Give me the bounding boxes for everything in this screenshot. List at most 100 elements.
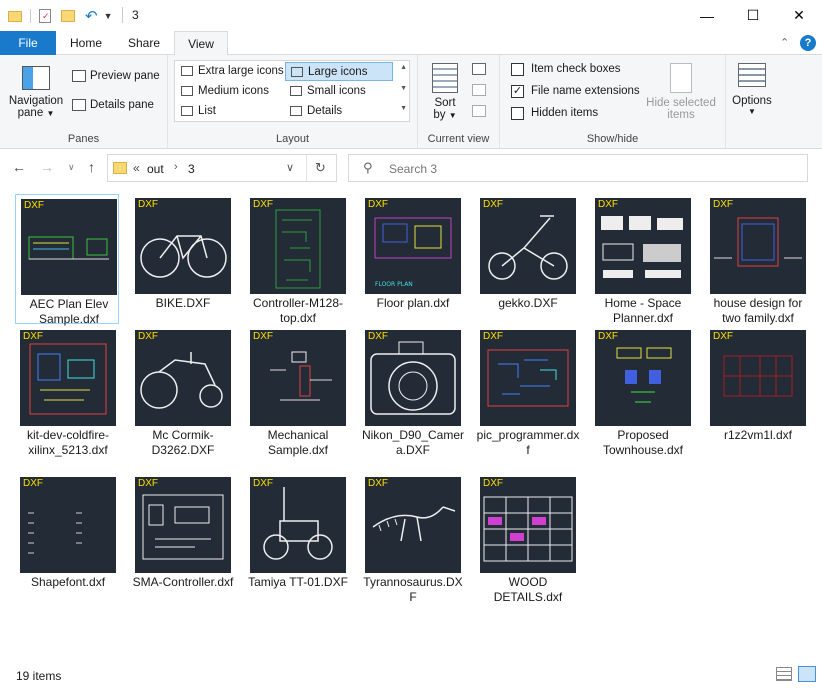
layout-medium-icons[interactable]: Medium icons [176,82,284,101]
circuit-schematic-icon [29,343,107,415]
floor-plan-icon: FLOOR PLAN [374,217,452,288]
file-thumbnail: DXF [20,477,116,573]
details-pane-button[interactable]: Details pane [72,99,154,111]
help-icon[interactable]: ? [800,35,816,51]
layout-scroll-down-icon[interactable]: ▼ [400,85,407,92]
file-item[interactable]: DXF WOOD DETAILS.dxf [475,473,579,604]
search-input[interactable]: Search 3 [389,162,437,176]
file-item[interactable]: DXF AEC Plan Elev Sample.dxf [15,194,119,326]
mechanical-part-icon [270,351,332,401]
refresh-icon[interactable]: ↻ [315,160,326,176]
file-name: Tamiya TT-01.DXF [248,575,348,589]
details-view-icon[interactable] [776,667,792,681]
file-name-extensions-label: File name extensions [531,85,640,97]
layout-large-icons[interactable]: Large icons [285,62,393,81]
quick-access-toolbar: ✓ ↶ ▼ [8,7,113,25]
address-dropdown-icon[interactable]: ∨ [286,161,294,174]
add-columns-icon[interactable] [472,84,486,96]
file-name: BIKE.DXF [155,296,211,310]
search-box[interactable]: ⚲ Search 3 [348,154,808,182]
ribbon-tabs: File Home Share View ⌃ ? [0,31,822,56]
file-item[interactable]: DXF gekko.DXF [475,194,579,324]
tab-file[interactable]: File [0,31,56,55]
folder-icon [113,162,127,174]
layout-details[interactable]: Details [285,102,393,121]
file-item[interactable]: DXF Tamiya TT-01.DXF [245,473,349,603]
file-item[interactable]: DXF Proposed Townhouse.dxf [590,326,694,457]
maximize-button[interactable]: ☐ [730,0,776,31]
large-icons-view-icon[interactable] [798,666,816,682]
sort-icon [432,63,458,93]
file-thumbnail: DXF [480,330,576,426]
file-item[interactable]: DXF pic_programmer.dxf [475,326,580,457]
dinosaur-skeleton-icon [372,506,456,542]
group-by-icon[interactable] [472,63,486,75]
file-name: SMA-Controller.dxf [132,575,234,589]
file-name: WOOD DETAILS.dxf [493,575,563,604]
layout-more-icon[interactable]: ▼ [400,105,407,112]
file-thumbnail: DXF [250,198,346,294]
navigation-bar: ← → ∨ ↑ « out › 3 ∨ ↻ ⚲ Search 3 [0,150,822,186]
file-item[interactable]: DXF Home - Space Planner.dxf [590,194,694,325]
item-check-boxes-checkbox[interactable] [511,63,524,76]
rc-car-icon [263,487,333,560]
file-thumbnail: DXF [20,330,116,426]
address-overflow[interactable]: « [133,161,140,175]
townhouse-icon [616,347,672,403]
layout-list[interactable]: List [176,102,284,121]
properties-icon[interactable]: ✓ [39,9,51,23]
file-item[interactable]: DXF SMA-Controller.dxf [130,473,234,603]
file-item[interactable]: DXF Controller-M128-top.dxf [245,194,349,325]
breadcrumb-current[interactable]: 3 [188,162,195,176]
file-name: Floor plan.dxf [376,296,450,310]
tab-home[interactable]: Home [60,31,112,55]
address-bar[interactable]: « out › 3 ∨ ↻ [107,154,337,182]
minimize-button[interactable]: — [684,0,730,31]
folder-icon [8,10,22,22]
hide-selected-items-button[interactable]: Hide selected items [642,61,720,127]
navigation-pane-button[interactable]: Navigation pane ▼ [6,61,66,127]
file-item[interactable]: DXF Mc Cormik-D3262.DXF [130,326,234,457]
file-item[interactable]: DXF Tyrannosaurus.DXF [360,473,464,604]
file-thumbnail: DXF [480,477,576,573]
layout-extra-large-icons[interactable]: Extra large icons [176,62,284,81]
file-item[interactable]: DXF r1z2vm1l.dxf [705,326,809,456]
panes-label: Panes [67,133,100,145]
svg-text:FLOOR PLAN: FLOOR PLAN [375,281,413,288]
options-button[interactable]: Options ▼ [728,61,776,127]
hidden-items-checkbox[interactable] [511,107,524,120]
file-name: pic_programmer.dxf [476,428,580,457]
file-item[interactable]: DXF BIKE.DXF [130,194,234,324]
breadcrumb-out[interactable]: out [147,162,164,176]
file-name-extensions-checkbox[interactable]: ✓ [511,85,524,98]
recent-locations-icon[interactable]: ∨ [68,162,75,173]
tab-share[interactable]: Share [118,31,170,55]
file-item[interactable]: DXF kit-dev-coldfire-xilinx_5213.dxf [15,326,119,457]
breadcrumb-separator-icon[interactable]: › [174,161,178,173]
back-icon[interactable]: ← [12,159,26,175]
layout-scroll-up-icon[interactable]: ▲ [400,64,407,71]
file-thumbnail: DXF [21,199,117,295]
size-columns-icon[interactable] [472,105,486,117]
collapse-ribbon-icon[interactable]: ⌃ [780,36,789,49]
undo-icon[interactable]: ↶ [85,7,98,25]
forward-icon[interactable]: → [40,159,54,175]
new-folder-icon[interactable] [61,10,75,22]
file-thumbnail: DXF [480,198,576,294]
up-icon[interactable]: ↑ [88,159,95,175]
file-item[interactable]: DXF Shapefont.dxf [15,473,119,603]
file-name: house design for two family.dxf [713,296,803,325]
file-item[interactable]: DXF FLOOR PLAN Floor plan.dxf [360,194,464,324]
file-thumbnail: DXF [250,330,346,426]
layout-small-icons[interactable]: Small icons [285,82,393,101]
preview-pane-button[interactable]: Preview pane [72,70,160,82]
file-item[interactable]: DXF Nikon_D90_Camera.DXF [360,326,464,457]
file-thumbnail: DXF [135,477,231,573]
file-item[interactable]: DXF house design for two family.dxf [705,194,809,325]
file-item[interactable]: DXF Mechanical Sample.dxf [245,326,349,457]
sort-by-button[interactable]: Sort by ▼ [424,61,466,127]
tab-view[interactable]: View [174,31,228,56]
file-thumbnail: DXF [135,330,231,426]
customize-toolbar-icon[interactable]: ▼ [104,11,113,21]
close-button[interactable]: ✕ [776,0,822,31]
